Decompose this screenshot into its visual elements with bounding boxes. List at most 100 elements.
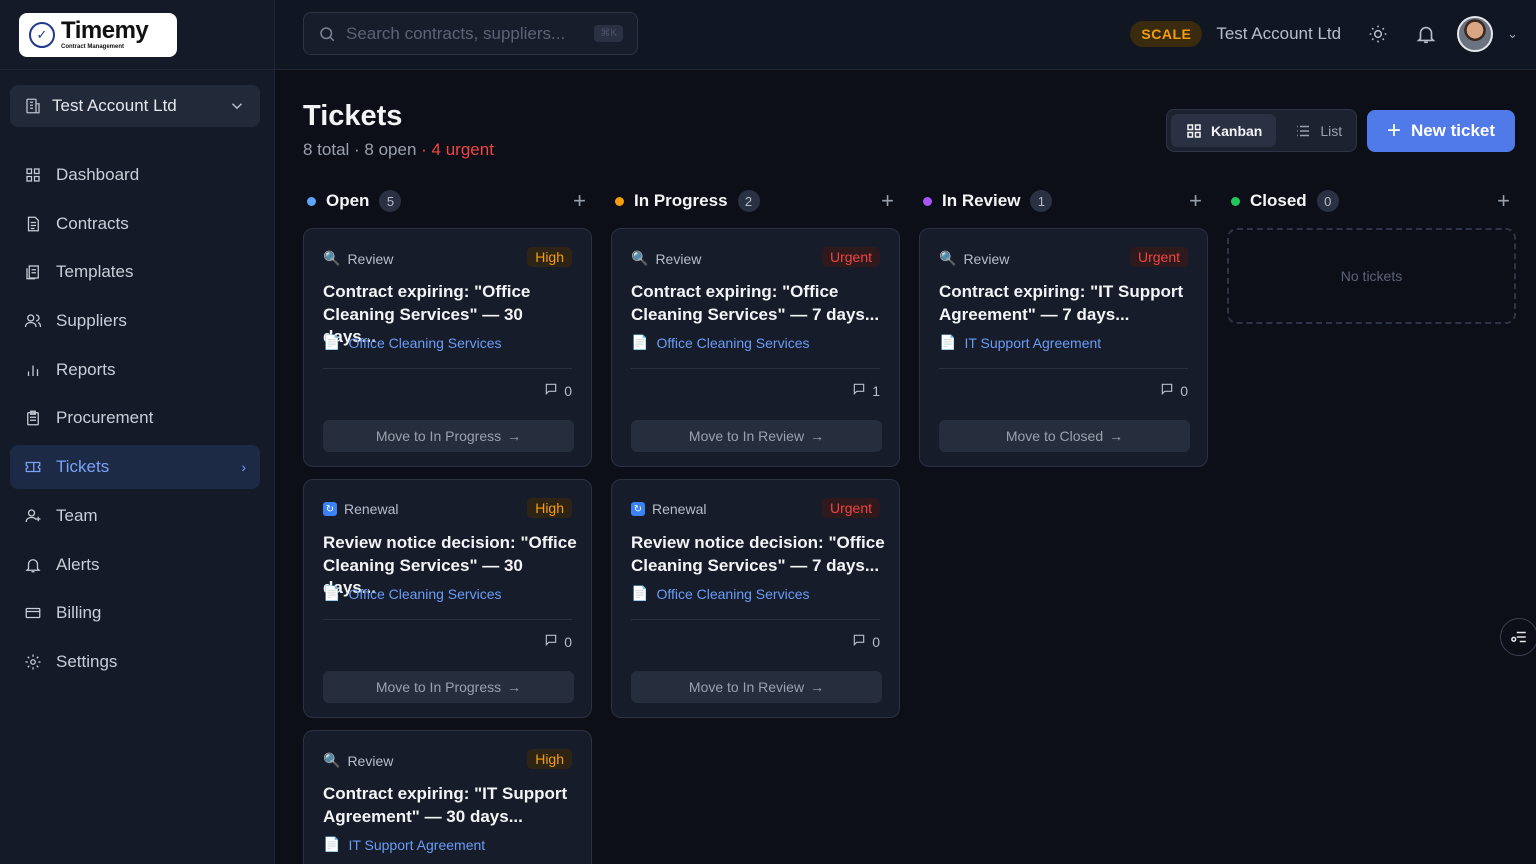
ticket-card[interactable]: 🔍 Review High Contract expiring: "IT Supp…	[303, 730, 592, 864]
column-closed: Closed 0 + No tickets	[1227, 186, 1516, 324]
sidebar-item-reports[interactable]: Reports	[10, 348, 260, 392]
move-ticket-button[interactable]: Move to In Review →	[631, 420, 882, 452]
ticket-card[interactable]: ↻ Renewal Urgent Review notice decision: …	[611, 479, 900, 718]
sidebar-item-tickets[interactable]: Tickets ›	[10, 445, 260, 490]
column-header: Open 5 +	[303, 186, 592, 216]
feedback-icon[interactable]	[1500, 618, 1536, 656]
add-ticket-button[interactable]: +	[881, 190, 894, 212]
sidebar-item-contracts[interactable]: Contracts	[10, 202, 260, 246]
sidebar-item-billing[interactable]: Billing	[10, 591, 260, 635]
sidebar-item-alerts[interactable]: Alerts	[10, 543, 260, 587]
sidebar-item-procurement[interactable]: Procurement	[10, 396, 260, 440]
ticket-summary: 8 total · 8 open · 4 urgent	[303, 140, 494, 160]
column-in-progress: In Progress 2 + 🔍 Review Urgent Contract …	[611, 186, 900, 718]
ticket-type-label: Review	[347, 250, 394, 267]
avatar[interactable]	[1457, 16, 1494, 52]
contract-link-label: IT Support Agreement	[348, 836, 486, 853]
view-kanban-button[interactable]: Kanban	[1171, 114, 1277, 147]
ticket-type-label: Renewal	[652, 501, 707, 517]
logo-row: ✓ Timemy Contract Management	[0, 0, 274, 70]
document-icon: 📄	[939, 334, 957, 350]
ticket-title-line: Contract expiring: "Office	[631, 282, 839, 301]
priority-badge: Urgent	[821, 498, 880, 518]
logo-subtitle: Contract Management	[61, 44, 125, 50]
arrow-right-icon: →	[507, 428, 522, 444]
add-ticket-button[interactable]: +	[1497, 190, 1510, 212]
sun-icon[interactable]	[1361, 17, 1395, 51]
search-input[interactable]: Search contracts, suppliers... ⌘K	[303, 12, 638, 55]
contract-link[interactable]: 📄 Office Cleaning Services	[631, 585, 809, 602]
move-ticket-button[interactable]: Move to In Progress →	[323, 671, 574, 703]
sidebar-item-settings[interactable]: Settings	[10, 640, 260, 684]
clock-check-icon: ✓	[29, 21, 55, 48]
comment-icon	[852, 633, 866, 650]
view-list-label: List	[1320, 122, 1343, 139]
move-label: Move to In Progress	[375, 679, 502, 695]
credit-card-icon	[24, 604, 42, 622]
move-ticket-button[interactable]: Move to Closed →	[939, 420, 1190, 452]
add-ticket-button[interactable]: +	[573, 190, 586, 212]
move-ticket-button[interactable]: Move to In Progress →	[323, 420, 574, 452]
document-icon: 📄	[323, 836, 341, 852]
page-title: Tickets	[303, 100, 403, 132]
bell-icon[interactable]	[1409, 17, 1443, 51]
contract-link[interactable]: 📄 Office Cleaning Services	[323, 334, 501, 351]
ticket-card[interactable]: 🔍 Review High Contract expiring: "Office C…	[303, 228, 592, 467]
comment-count: 0	[852, 633, 880, 650]
new-ticket-button[interactable]: + New ticket	[1367, 110, 1515, 152]
contract-link[interactable]: 📄 Office Cleaning Services	[323, 585, 501, 602]
contract-link-label: Office Cleaning Services	[656, 585, 810, 602]
sidebar-item-team[interactable]: Team	[10, 494, 260, 538]
sidebar-item-label: Billing	[56, 603, 102, 623]
ticket-card[interactable]: ↻ Renewal High Review notice decision: "O…	[303, 479, 592, 718]
account-selector[interactable]: Test Account Ltd	[10, 85, 260, 127]
contract-link-label: IT Support Agreement	[964, 334, 1102, 351]
contract-link-label: Office Cleaning Services	[656, 334, 810, 351]
contract-link[interactable]: 📄 IT Support Agreement	[939, 334, 1101, 351]
comment-count: 0	[1160, 382, 1188, 399]
sidebar-item-label: Reports	[56, 359, 116, 379]
card-divider	[631, 368, 880, 369]
column-open: Open 5 + 🔍 Review High Contract expiring:…	[303, 186, 592, 864]
sidebar-item-templates[interactable]: Templates	[10, 250, 260, 294]
ticket-card[interactable]: 🔍 Review Urgent Contract expiring: "Offic…	[611, 228, 900, 467]
column-in-review: In Review 1 + 🔍 Review Urgent Contract ex…	[919, 186, 1208, 467]
contract-link[interactable]: 📄 IT Support Agreement	[323, 836, 485, 853]
view-list-button[interactable]: List	[1280, 114, 1356, 147]
ticket-type: ↻ Renewal	[631, 501, 706, 517]
sidebar-item-label: Alerts	[56, 554, 100, 574]
column-count: 5	[379, 190, 402, 212]
contract-link[interactable]: 📄 Office Cleaning Services	[631, 334, 809, 351]
ticket-type: 🔍 Review	[939, 250, 1009, 267]
ticket-title-line: Cleaning Services" — 7 days...	[631, 304, 880, 324]
move-ticket-button[interactable]: Move to In Review →	[631, 671, 882, 703]
move-label: Move to In Progress	[375, 428, 502, 444]
comment-icon	[852, 382, 866, 399]
column-title: In Review	[942, 191, 1021, 210]
column-title: Open	[326, 191, 370, 210]
arrow-right-icon: →	[507, 679, 522, 695]
add-ticket-button[interactable]: +	[1189, 190, 1202, 212]
sidebar-item-suppliers[interactable]: Suppliers	[10, 299, 260, 343]
sidebar-item-label: Templates	[56, 262, 134, 282]
card-divider	[323, 368, 572, 369]
move-label: Move to In Review	[688, 679, 805, 695]
main-area: Search contracts, suppliers... ⌘K SCALE …	[275, 0, 1536, 864]
ticket-type: ↻ Renewal	[323, 501, 398, 517]
column-count: 2	[737, 190, 760, 212]
status-dot	[307, 196, 316, 206]
view-kanban-label: Kanban	[1211, 122, 1263, 139]
chevron-down-icon[interactable]: ⌄	[1507, 26, 1518, 42]
topbar-right: SCALE Test Account Ltd ⌄	[1130, 14, 1518, 54]
arrow-right-icon: →	[810, 679, 825, 695]
app-logo[interactable]: ✓ Timemy Contract Management	[19, 12, 177, 57]
sidebar-item-label: Tickets	[56, 457, 110, 477]
ticket-card[interactable]: 🔍 Review Urgent Contract expiring: "IT Su…	[919, 228, 1208, 467]
grid-icon	[24, 166, 42, 184]
priority-badge: Urgent	[1129, 247, 1188, 267]
comment-count-value: 0	[564, 633, 572, 650]
plus-icon: +	[1386, 117, 1401, 144]
gear-icon	[24, 653, 42, 671]
sidebar-item-dashboard[interactable]: Dashboard	[10, 153, 260, 197]
status-dot	[615, 196, 624, 206]
